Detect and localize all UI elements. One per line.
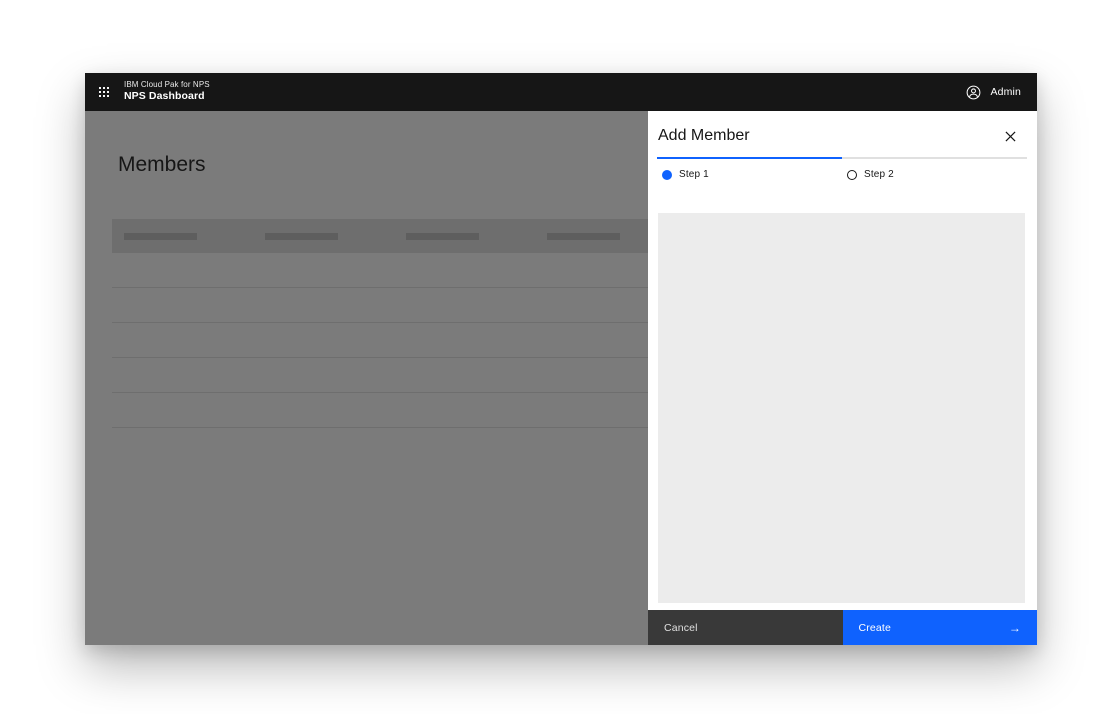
create-button[interactable]: Create → [843,610,1038,645]
user-menu-button[interactable]: Admin [950,73,1037,111]
app-switcher-button[interactable] [85,73,123,111]
panel-footer: Cancel Create → [648,610,1037,645]
panel-header: Add Member [648,111,1037,157]
progress-step-2[interactable]: Step 2 [842,157,1027,180]
app-header: IBM Cloud Pak for NPS NPS Dashboard Admi… [85,73,1037,111]
arrow-right-icon: → [1009,622,1021,634]
cancel-label: Cancel [664,622,698,634]
page-body: Members Add Member Step 1Step 2 Cancel [85,111,1037,645]
app-name: NPS Dashboard [124,90,210,103]
step-current-icon [662,170,672,180]
panel-title: Add Member [658,127,1027,145]
close-icon [1005,131,1016,142]
cancel-button[interactable]: Cancel [648,610,843,645]
add-member-panel: Add Member Step 1 Step 2 Cancel Create → [648,111,1037,645]
create-label: Create [859,622,891,634]
product-name: IBM Cloud Pak for NPS [124,80,210,90]
user-avatar-icon [966,85,981,100]
user-label: Admin [990,86,1021,98]
panel-content-placeholder [658,213,1025,603]
grid-icon [99,87,109,97]
close-button[interactable] [998,124,1022,148]
progress-step-1[interactable]: Step 1 [657,157,842,180]
step-label: Step 1 [679,169,709,180]
progress-indicator: Step 1 Step 2 [657,157,1027,180]
product-title: IBM Cloud Pak for NPS NPS Dashboard [124,80,210,103]
step-incomplete-icon [847,170,857,180]
step-label: Step 2 [864,169,894,180]
app-window: IBM Cloud Pak for NPS NPS Dashboard Admi… [85,73,1037,645]
